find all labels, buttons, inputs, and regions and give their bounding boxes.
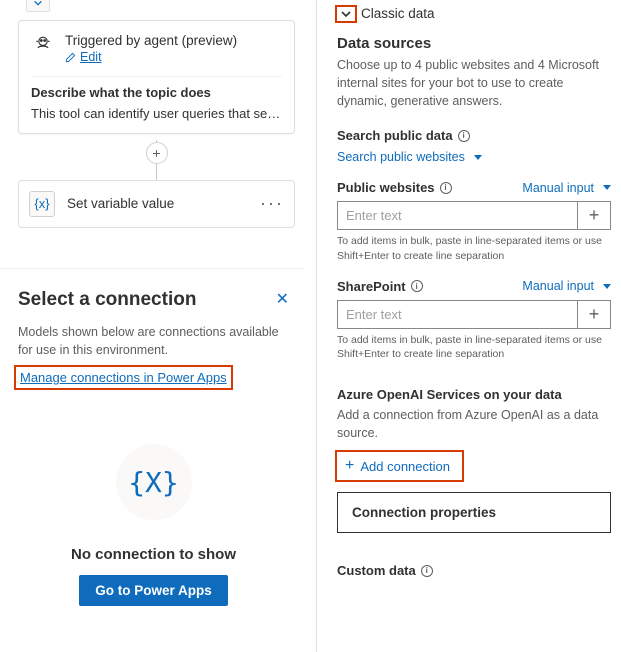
sharepoint-input[interactable]	[337, 300, 577, 329]
info-icon[interactable]: i	[411, 280, 423, 292]
search-public-websites-link[interactable]: Search public websites	[337, 150, 482, 164]
connection-pane: Select a connection ✕ Models shown below…	[0, 268, 305, 652]
plus-icon: +	[345, 457, 354, 475]
classic-data-expand[interactable]	[337, 7, 355, 21]
close-icon[interactable]: ✕	[276, 289, 289, 309]
sharepoint-label: SharePoint	[337, 279, 406, 294]
add-public-website-button[interactable]: +	[577, 201, 611, 230]
agent-icon	[33, 33, 53, 53]
variable-placeholder-icon: {X}	[116, 444, 192, 520]
variable-icon: {x}	[29, 191, 55, 217]
trigger-title: Triggered by agent (preview)	[65, 33, 237, 48]
info-icon[interactable]: i	[458, 130, 470, 142]
manual-input-link[interactable]: Manual input	[522, 181, 611, 195]
card-more-button[interactable]: ···	[260, 193, 284, 214]
sharepoint-hint: To add items in bulk, paste in line-sepa…	[337, 333, 611, 361]
no-connection-text: No connection to show	[18, 546, 289, 563]
edit-link[interactable]: Edit	[65, 50, 102, 64]
custom-data-label: Custom data	[337, 563, 416, 578]
add-step-button[interactable]: +	[146, 142, 168, 164]
public-websites-input[interactable]	[337, 201, 577, 230]
trigger-card: Triggered by agent (preview) Edit Descri…	[18, 20, 295, 134]
manage-connections-link[interactable]: Manage connections in Power Apps	[18, 369, 229, 386]
collapse-node-button[interactable]	[26, 0, 50, 12]
connection-pane-sub: Models shown below are connections avail…	[18, 323, 289, 359]
public-websites-label: Public websites	[337, 180, 435, 195]
set-variable-card[interactable]: {x} Set variable value ···	[18, 180, 295, 228]
public-websites-hint: To add items in bulk, paste in line-sepa…	[337, 234, 611, 262]
add-sharepoint-button[interactable]: +	[577, 300, 611, 329]
data-sources-title: Data sources	[337, 35, 611, 52]
describe-heading: Describe what the topic does	[31, 85, 282, 100]
describe-text: This tool can identify user queries that…	[31, 106, 282, 121]
manual-input-link-sp[interactable]: Manual input	[522, 279, 611, 293]
go-to-power-apps-button[interactable]: Go to Power Apps	[79, 575, 228, 606]
connection-pane-title: Select a connection	[18, 289, 196, 311]
set-variable-label: Set variable value	[67, 196, 248, 211]
azure-openai-title: Azure OpenAI Services on your data	[337, 387, 562, 402]
info-icon[interactable]: i	[440, 182, 452, 194]
connection-properties-box[interactable]: Connection properties	[337, 492, 611, 533]
add-connection-button[interactable]: + Add connection	[337, 452, 462, 480]
search-public-data-label: Search public data	[337, 128, 453, 143]
azure-openai-help: Add a connection from Azure OpenAI as a …	[337, 406, 611, 442]
edit-link-label: Edit	[80, 50, 102, 64]
classic-data-label: Classic data	[361, 6, 435, 21]
info-icon[interactable]: i	[421, 565, 433, 577]
add-connection-label: Add connection	[360, 459, 450, 474]
data-sources-help: Choose up to 4 public websites and 4 Mic…	[337, 56, 611, 110]
